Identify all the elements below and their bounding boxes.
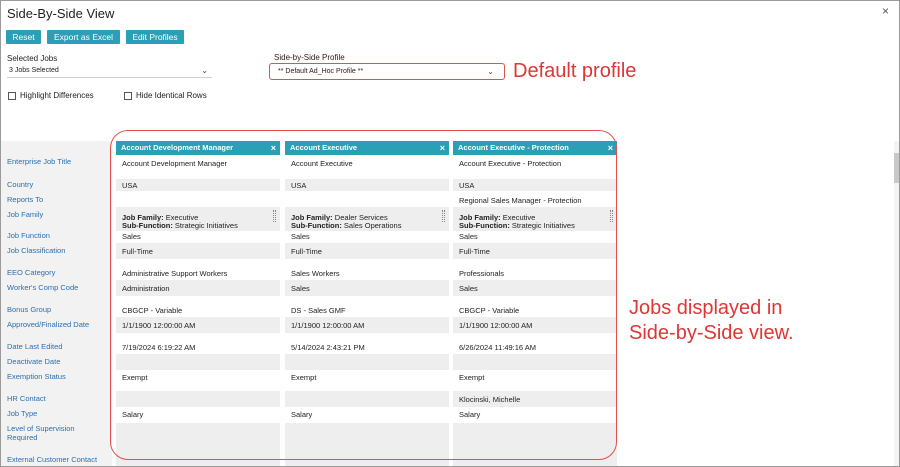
approved-date-value: 1/1/1900 12:00:00 AM [122, 321, 196, 330]
highlight-differences-option[interactable]: Highlight Differences [8, 91, 94, 100]
field-label: Bonus Group [7, 305, 52, 314]
field-label: Enterprise Job Title [7, 157, 72, 166]
classification-value: Full-Time [122, 247, 153, 256]
field-label: Job Function [7, 231, 50, 240]
job-family-value: Job Family: Executive Sub-Function: Stra… [459, 214, 575, 230]
edited-date-value: 7/19/2024 6:19:22 AM [122, 343, 196, 352]
field-label: Approved/Finalized Date [7, 320, 90, 329]
job-column-header: Account Executive × [285, 141, 449, 155]
job-function-value: Sales [122, 232, 141, 241]
job-column-header: Account Executive - Protection × [453, 141, 617, 155]
field-label: Level of Supervision Required [7, 424, 75, 442]
dialog-title: Side-By-Side View [7, 6, 115, 21]
selected-jobs-label: Selected Jobs [7, 54, 58, 63]
export-excel-button[interactable]: Export as Excel [47, 30, 120, 44]
job-column-header: Account Development Manager × [116, 141, 280, 155]
hide-identical-option[interactable]: Hide Identical Rows [124, 91, 207, 100]
remove-job-icon[interactable]: × [271, 141, 276, 155]
default-profile-annotation: Default profile [513, 60, 637, 82]
hr-contact-value: Klocinski, Michelle [459, 395, 521, 404]
jobs-displayed-annotation: Jobs displayed in Side-by-Side view. [629, 297, 794, 344]
job-family-value: Job Family: Dealer Services Sub-Function… [291, 214, 402, 230]
job-title-value: Account Executive [291, 159, 353, 168]
reports-to-value: Regional Sales Manager - Protection [459, 196, 582, 205]
country-value: USA [459, 181, 475, 190]
job-column-title: Account Development Manager [121, 143, 234, 152]
field-label: Worker's Comp Code [7, 283, 79, 292]
close-icon[interactable]: × [882, 5, 889, 17]
exemption-value: Exempt [291, 373, 317, 382]
field-label: EEO Category [7, 268, 56, 277]
comp-code-value: Sales [291, 284, 310, 293]
hide-identical-label: Hide Identical Rows [136, 91, 207, 100]
job-type-value: Salary [291, 410, 313, 419]
profile-value: ** Default Ad_Hoc Profile ** [278, 68, 364, 75]
classification-value: Full-Time [291, 247, 322, 256]
selected-jobs-value: 3 Jobs Selected [9, 67, 59, 74]
bonus-value: CBGCP - Variable [122, 306, 183, 315]
country-value: USA [291, 181, 307, 190]
highlight-differences-checkbox[interactable] [8, 91, 16, 100]
field-label: HR Contact [7, 394, 46, 403]
country-value: USA [122, 181, 138, 190]
field-label: External Customer Contact [7, 455, 98, 464]
field-label: Job Type [7, 409, 38, 418]
reset-button[interactable]: Reset [6, 30, 41, 44]
edited-date-value: 6/26/2024 11:49:16 AM [459, 343, 537, 352]
field-label: Country [7, 180, 34, 189]
chevron-down-icon: ⌄ [487, 67, 494, 76]
profile-label: Side-by-Side Profile [274, 53, 345, 62]
job-column: Account Executive × Account Executive US… [285, 141, 449, 466]
job-function-value: Sales [291, 232, 310, 241]
side-by-side-dialog: Side-By-Side View × Reset Export as Exce… [0, 0, 900, 467]
field-labels-panel: Enterprise Job Title Country Reports To … [1, 141, 112, 466]
chevron-down-icon: ⌄ [201, 66, 208, 75]
comp-code-value: Administration [122, 284, 170, 293]
selected-jobs-select[interactable]: 3 Jobs Selected ⌄ [7, 64, 212, 78]
bonus-value: CBGCP - Variable [459, 306, 520, 315]
edit-profiles-button[interactable]: Edit Profiles [126, 30, 184, 44]
approved-date-value: 1/1/1900 12:00:00 AM [291, 321, 365, 330]
bonus-value: DS - Sales GMF [291, 306, 346, 315]
job-type-value: Salary [459, 410, 481, 419]
eeo-value: Sales Workers [291, 269, 340, 278]
job-family-value: Job Family: Executive Sub-Function: Stra… [122, 214, 238, 230]
approved-date-value: 1/1/1900 12:00:00 AM [459, 321, 533, 330]
exemption-value: Exempt [459, 373, 485, 382]
field-label: Job Family [7, 210, 44, 219]
eeo-value: Professionals [459, 269, 505, 278]
field-label: Deactivate Date [7, 357, 61, 366]
comp-code-value: Sales [459, 284, 478, 293]
job-column-title: Account Executive [290, 143, 358, 152]
exemption-value: Exempt [122, 373, 148, 382]
field-label: Reports To [7, 195, 44, 204]
field-label: Job Classification [7, 246, 66, 255]
eeo-value: Administrative Support Workers [122, 269, 228, 278]
field-label: Exemption Status [7, 372, 66, 381]
job-column: Account Development Manager × Account De… [116, 141, 280, 466]
job-title-value: Account Executive - Protection [459, 159, 562, 168]
scrollbar-thumb[interactable] [894, 153, 899, 183]
field-label: Date Last Edited [7, 342, 63, 351]
job-title-value: Account Development Manager [122, 159, 228, 168]
vertical-scrollbar[interactable] [894, 141, 899, 466]
hide-identical-checkbox[interactable] [124, 91, 132, 100]
remove-job-icon[interactable]: × [608, 141, 613, 155]
cell-scrollbar[interactable] [273, 210, 276, 222]
job-column-title: Account Executive - Protection [458, 143, 569, 152]
remove-job-icon[interactable]: × [440, 141, 445, 155]
job-type-value: Salary [122, 410, 144, 419]
highlight-differences-label: Highlight Differences [20, 91, 94, 100]
profile-select[interactable]: ** Default Ad_Hoc Profile ** ⌄ [269, 63, 505, 80]
classification-value: Full-Time [459, 247, 490, 256]
cell-scrollbar[interactable] [442, 210, 445, 222]
job-function-value: Sales [459, 232, 478, 241]
cell-scrollbar[interactable] [610, 210, 613, 222]
edited-date-value: 5/14/2024 2:43:21 PM [291, 343, 365, 352]
job-column: Account Executive - Protection × Account… [453, 141, 617, 466]
